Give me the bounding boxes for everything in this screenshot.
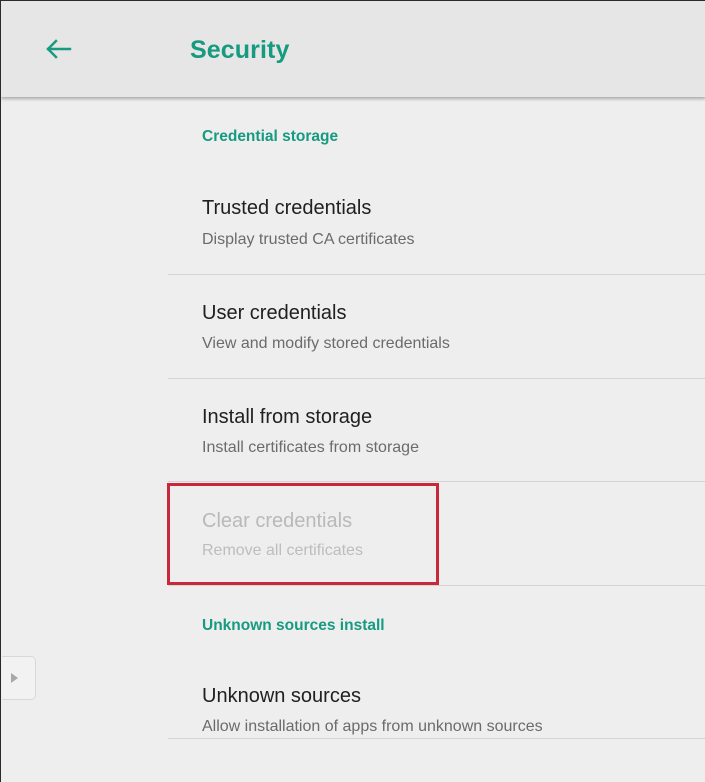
side-panel-handle[interactable] xyxy=(2,656,36,700)
divider xyxy=(168,585,705,586)
trusted-credentials-item[interactable]: Trusted credentials Display trusted CA c… xyxy=(168,196,705,300)
clear-credentials-summary: Remove all certificates xyxy=(202,542,363,559)
install-from-storage-title: Install from storage xyxy=(202,406,373,428)
divider xyxy=(168,378,705,379)
section-header-credential-storage: Credential storage xyxy=(202,128,339,145)
divider xyxy=(168,481,705,482)
unknown-sources-title: Unknown sources xyxy=(202,685,361,707)
user-credentials-item[interactable]: User credentials View and modify stored … xyxy=(168,301,705,405)
divider xyxy=(168,274,705,275)
user-credentials-summary: View and modify stored credentials xyxy=(202,335,450,352)
install-from-storage-summary: Install certificates from storage xyxy=(202,439,419,456)
user-credentials-title: User credentials xyxy=(202,302,347,324)
screen: Security Credential storage Trusted cred… xyxy=(0,0,705,782)
install-from-storage-item[interactable]: Install from storage Install certificate… xyxy=(168,405,705,509)
clear-credentials-title: Clear credentials xyxy=(202,510,353,532)
triangle-right-icon xyxy=(11,673,18,683)
back-button[interactable] xyxy=(41,33,73,65)
unknown-sources-item[interactable]: Unknown sources Allow installation of ap… xyxy=(168,684,705,782)
clear-credentials-item: Clear credentials Remove all certificate… xyxy=(168,509,705,613)
settings-list: Credential storage Trusted credentials D… xyxy=(1,97,705,782)
app-bar: Security xyxy=(1,1,705,97)
divider xyxy=(168,738,705,739)
trusted-credentials-summary: Display trusted CA certificates xyxy=(202,231,415,248)
unknown-sources-summary: Allow installation of apps from unknown … xyxy=(202,718,543,735)
arrow-back-icon xyxy=(46,39,72,59)
section-header-unknown-sources: Unknown sources install xyxy=(202,617,385,634)
page-title: Security xyxy=(190,36,290,64)
trusted-credentials-title: Trusted credentials xyxy=(202,197,372,219)
